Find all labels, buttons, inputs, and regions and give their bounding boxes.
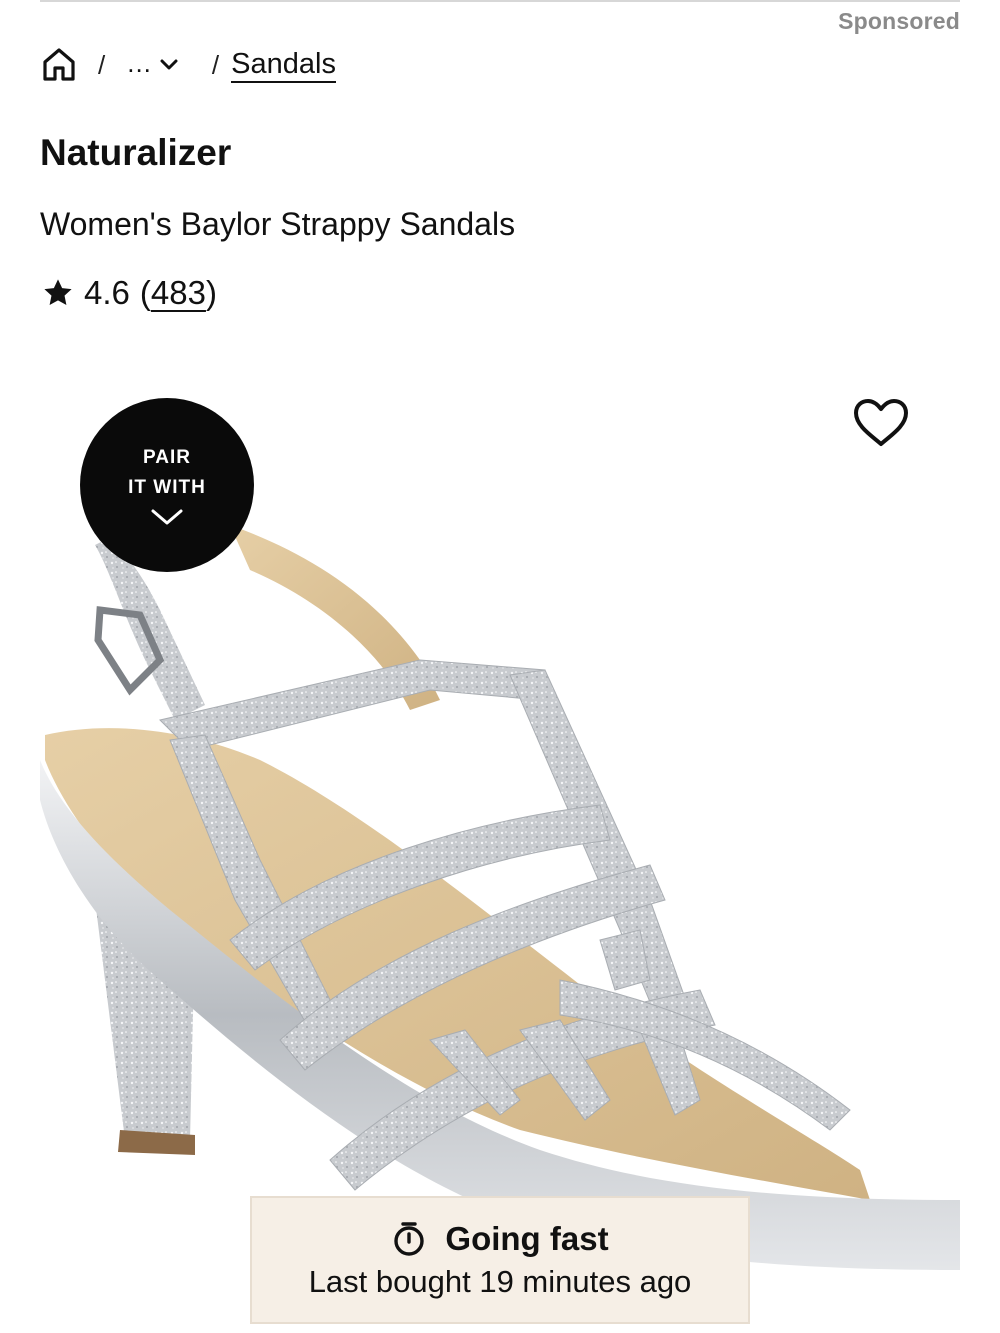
pair-badge-line1: PAIR: [143, 447, 191, 468]
breadcrumb-separator: /: [211, 49, 220, 80]
brand-name[interactable]: Naturalizer: [40, 132, 231, 174]
review-count-open-paren: (: [139, 274, 151, 311]
breadcrumb-collapsed-button[interactable]: ...: [127, 47, 178, 81]
breadcrumb: / ... / Sandals: [40, 42, 336, 88]
breadcrumb-current-link[interactable]: Sandals: [231, 47, 336, 83]
stopwatch-icon: [394, 1222, 425, 1256]
urgency-subtitle: Last bought 19 minutes ago: [308, 1264, 692, 1299]
heart-icon: [854, 399, 908, 446]
add-to-favorites-button[interactable]: [850, 395, 912, 451]
home-icon[interactable]: [40, 45, 78, 85]
pair-badge-line2: IT WITH: [128, 477, 206, 498]
breadcrumb-separator: /: [98, 49, 106, 80]
going-fast-banner: Going fast Last bought 19 minutes ago: [250, 1196, 750, 1324]
product-title: Women's Baylor Strappy Sandals: [40, 206, 516, 242]
review-count-close-paren: ): [205, 274, 217, 311]
top-divider: [40, 0, 960, 2]
rating-summary: 4.6 (483): [42, 274, 217, 312]
pair-it-with-button[interactable]: PAIR IT WITH: [80, 398, 254, 572]
rating-score: 4.6: [84, 274, 130, 311]
sponsored-label: Sponsored: [838, 8, 960, 34]
review-count-link[interactable]: 483: [151, 274, 206, 312]
urgency-title: Going fast: [445, 1220, 609, 1257]
chevron-down-icon: [160, 59, 178, 70]
chevron-down-icon: [151, 509, 183, 525]
breadcrumb-ellipsis: ...: [127, 47, 152, 78]
star-icon: [44, 279, 72, 305]
